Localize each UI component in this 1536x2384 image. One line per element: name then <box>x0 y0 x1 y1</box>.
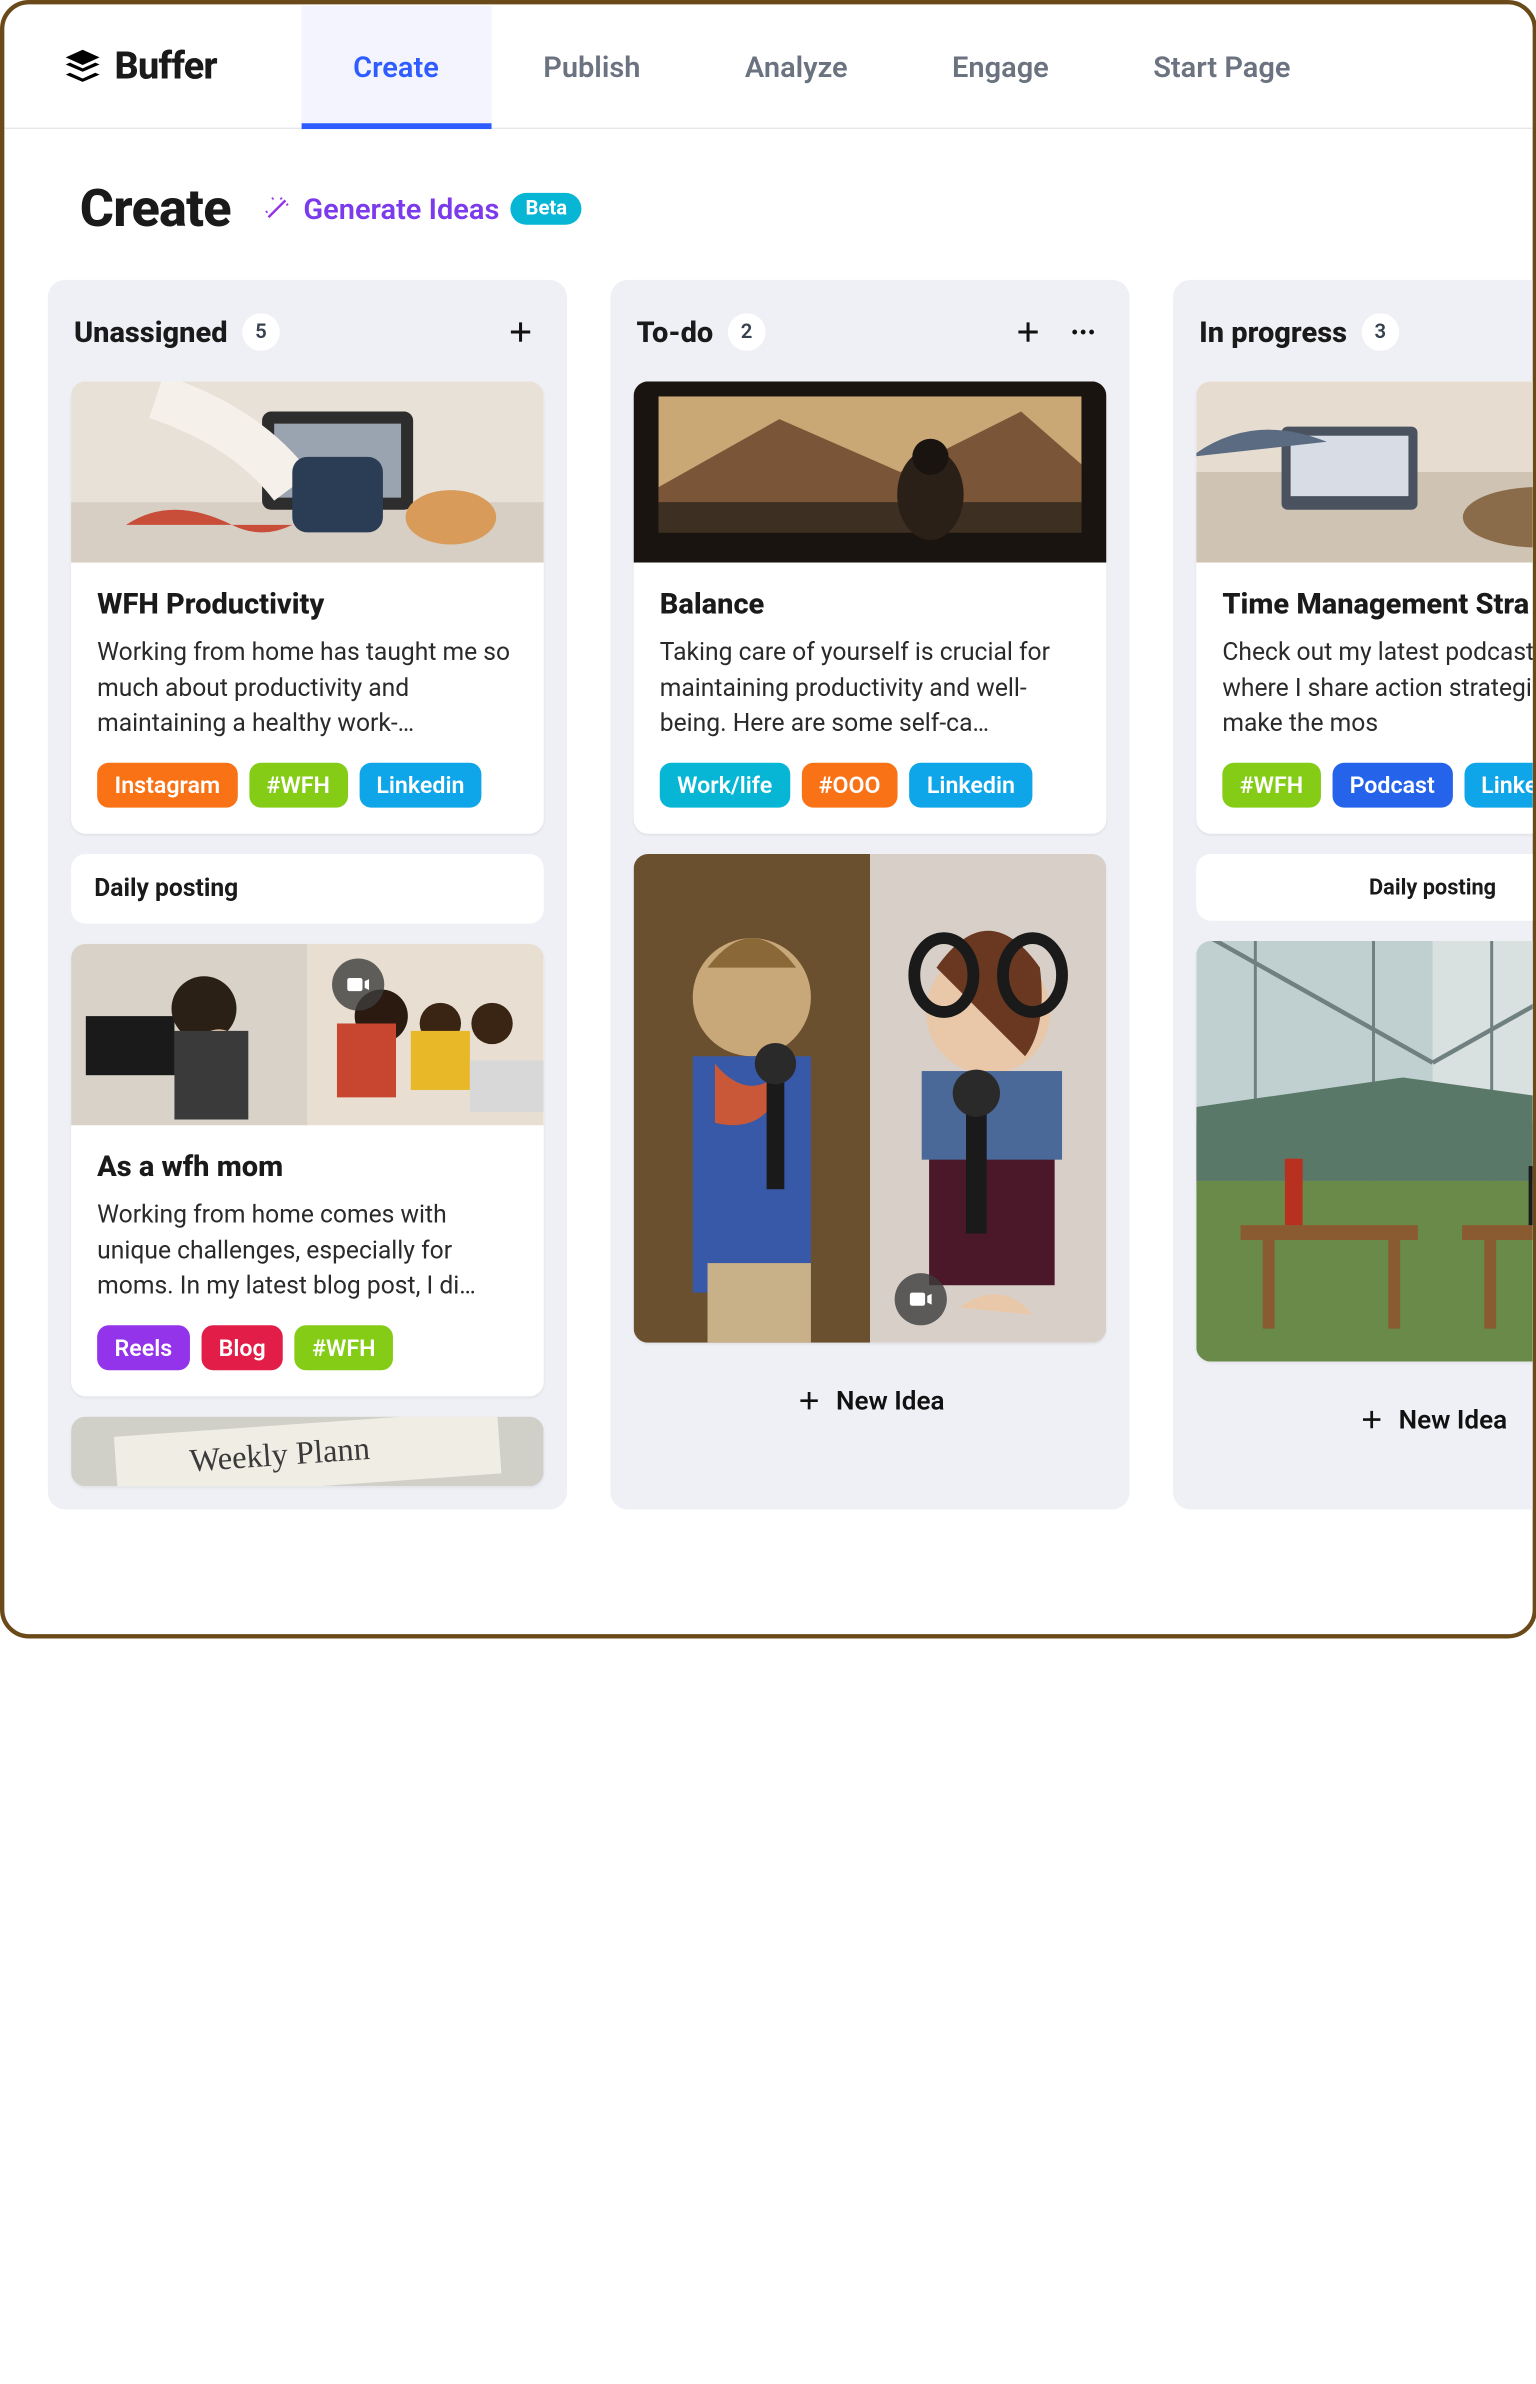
tag[interactable]: Reels <box>97 1325 189 1370</box>
tag[interactable]: Podcast <box>1332 763 1452 808</box>
column-count: 2 <box>728 313 766 351</box>
video-icon <box>895 1273 947 1325</box>
column-title: Unassigned <box>74 315 228 350</box>
card-text: Check out my latest podcast episode wher… <box>1222 635 1536 742</box>
column-header: To-do 2 <box>634 303 1107 361</box>
tag[interactable]: Linkedin <box>359 763 482 808</box>
idea-card-slim[interactable]: Daily posting <box>1196 854 1536 921</box>
card-body: WFH Productivity Working from home has t… <box>71 563 544 834</box>
tag[interactable]: #OOO <box>801 763 898 808</box>
video-icon <box>332 958 384 1010</box>
card-tags: Instagram #WFH Linkedin <box>97 763 518 808</box>
nav-tab-analyze[interactable]: Analyze <box>693 5 900 127</box>
column-in-progress: In progress 3 Time Management Stra Check… <box>1173 280 1536 1509</box>
column-header: Unassigned 5 <box>71 303 544 361</box>
column-unassigned: Unassigned 5 WFH Productivity Working fr… <box>48 280 567 1509</box>
add-card-button[interactable] <box>500 312 541 353</box>
idea-card-slim[interactable]: Daily posting <box>71 854 544 924</box>
card-image <box>1196 381 1536 562</box>
new-idea-button[interactable]: New Idea <box>634 1363 1107 1440</box>
tag[interactable]: #WFH <box>1222 763 1320 808</box>
column-header: In progress 3 <box>1196 303 1536 361</box>
card-body: As a wfh mom Working from home comes wit… <box>71 1125 544 1396</box>
card-title: WFH Productivity <box>97 586 518 621</box>
card-title: Balance <box>660 586 1081 621</box>
card-text: Taking care of yourself is crucial for m… <box>660 635 1081 742</box>
card-image: Weekly Plann <box>71 1416 544 1486</box>
card-image <box>634 381 1107 562</box>
nav-tab-create[interactable]: Create <box>301 5 491 127</box>
page-header: Create Generate Ideas Beta <box>4 129 1532 265</box>
app-frame: Buffer CreatePublishAnalyzeEngageStart P… <box>0 0 1536 1639</box>
card-title: Time Management Stra <box>1222 586 1536 621</box>
tag[interactable]: #WFH <box>249 763 347 808</box>
column-title: In progress <box>1199 315 1347 350</box>
card-image <box>634 854 1107 1343</box>
card-text: Working from home has taught me so much … <box>97 635 518 742</box>
idea-card[interactable]: WFH Productivity Working from home has t… <box>71 381 544 833</box>
generate-ideas-link[interactable]: Generate Ideas Beta <box>263 191 582 226</box>
idea-card[interactable] <box>1196 941 1536 1362</box>
nav-tab-start-page[interactable]: Start Page <box>1101 5 1343 127</box>
nav-tab-publish[interactable]: Publish <box>491 5 693 127</box>
add-card-button[interactable] <box>1008 312 1049 353</box>
column-count: 3 <box>1361 313 1399 351</box>
column-menu-button[interactable] <box>1063 312 1104 353</box>
tag[interactable]: Blog <box>201 1325 283 1370</box>
buffer-logo-icon <box>62 46 103 87</box>
new-idea-button[interactable]: New Idea <box>1196 1382 1536 1459</box>
idea-card[interactable]: Balance Taking care of yourself is cruci… <box>634 381 1107 833</box>
tag[interactable]: Linkedin <box>909 763 1032 808</box>
brand: Buffer <box>62 44 216 88</box>
card-text: Working from home comes with unique chal… <box>97 1198 518 1305</box>
new-idea-label: New Idea <box>1399 1405 1508 1435</box>
tag[interactable]: #WFH <box>295 1325 393 1370</box>
card-body: Balance Taking care of yourself is cruci… <box>634 563 1107 834</box>
nav-tab-engage[interactable]: Engage <box>900 5 1101 127</box>
beta-badge: Beta <box>511 193 582 225</box>
kanban-board: Unassigned 5 WFH Productivity Working fr… <box>4 265 1532 1552</box>
idea-card[interactable]: Weekly Plann <box>71 1416 544 1486</box>
card-title: As a wfh mom <box>97 1148 518 1183</box>
nav-tabs: CreatePublishAnalyzeEngageStart Page <box>301 5 1343 127</box>
top-nav: Buffer CreatePublishAnalyzeEngageStart P… <box>4 4 1532 129</box>
column-title: To-do <box>637 315 714 350</box>
wand-icon <box>263 194 292 223</box>
card-body: Time Management Stra Check out my latest… <box>1196 563 1536 834</box>
column-to-do: To-do 2 Balance Taking care of yourself … <box>610 280 1129 1509</box>
card-tags: Work/life#OOOLinkedin <box>660 763 1081 808</box>
card-image <box>71 381 544 562</box>
column-count: 5 <box>242 313 280 351</box>
tag[interactable]: Instagram <box>97 763 237 808</box>
brand-name: Buffer <box>115 44 217 88</box>
idea-card[interactable]: Time Management Stra Check out my latest… <box>1196 381 1536 833</box>
idea-card[interactable] <box>634 854 1107 1343</box>
tag[interactable]: Work/life <box>660 763 790 808</box>
generate-ideas-label: Generate Ideas <box>303 191 499 226</box>
card-image <box>1196 941 1536 1362</box>
idea-card[interactable]: As a wfh mom Working from home comes wit… <box>71 944 544 1396</box>
card-image <box>71 944 544 1125</box>
card-tags: Reels Blog #WFH <box>97 1325 518 1370</box>
page-title: Create <box>80 178 231 239</box>
new-idea-label: New Idea <box>836 1386 945 1416</box>
card-tags: #WFH Podcast Linkedin <box>1222 763 1536 808</box>
tag[interactable]: Linkedin <box>1464 763 1536 808</box>
